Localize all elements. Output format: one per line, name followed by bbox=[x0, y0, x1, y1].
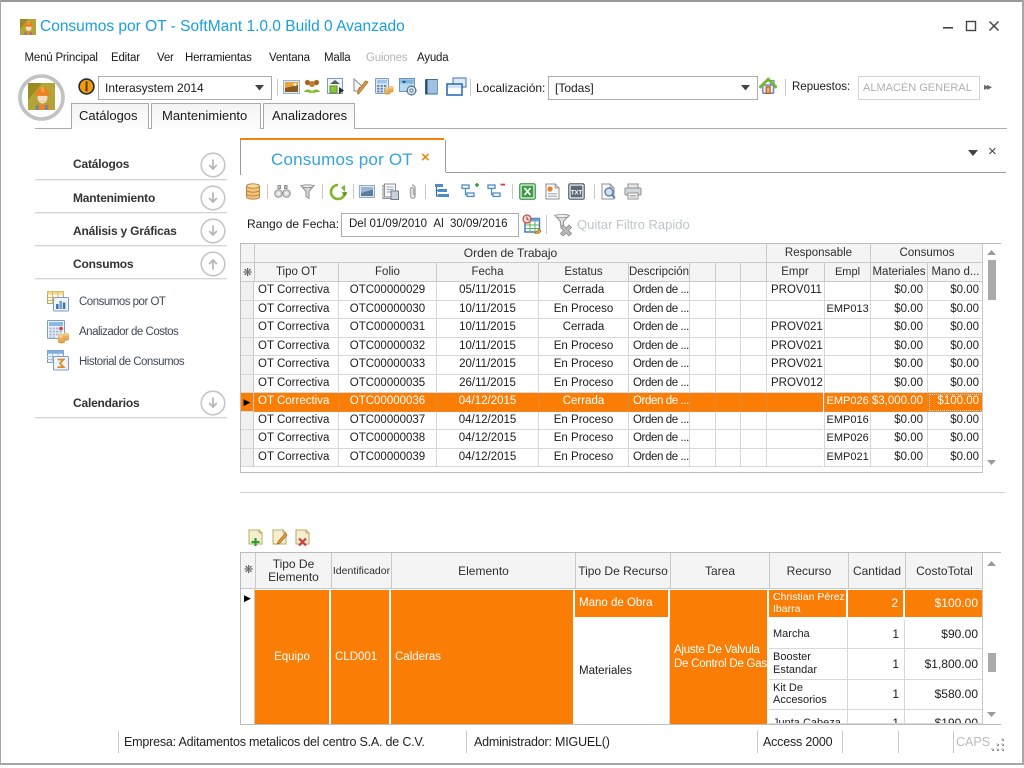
svg-text:TXT: TXT bbox=[571, 191, 583, 197]
